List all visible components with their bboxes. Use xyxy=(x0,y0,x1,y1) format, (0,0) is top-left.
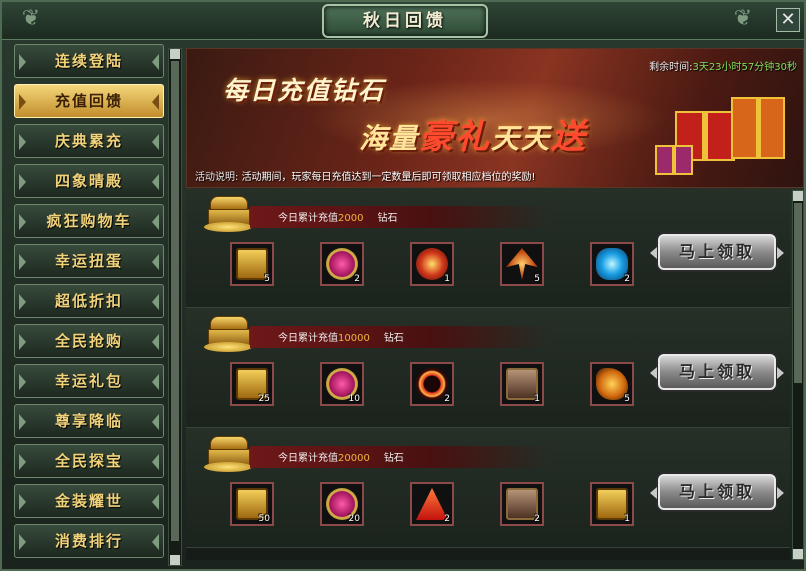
item-count: 5 xyxy=(264,274,270,284)
reward-item-slot[interactable]: 2 xyxy=(590,242,634,286)
scrollbar-thumb[interactable] xyxy=(794,203,802,383)
event-window: ❦ 秋日回馈 ❦ ✕ 连续登陆 充值回馈 庆典累充 四象晴殿 疯狂购物车 幸运扭… xyxy=(0,0,806,571)
close-button[interactable]: ✕ xyxy=(776,8,800,32)
claim-button-label: 马上领取 xyxy=(678,362,755,381)
event-description: 活动说明: 活动期间，玩家每日充值达到一定数量后即可领取相应档位的奖励! xyxy=(195,172,536,183)
item-count: 5 xyxy=(534,274,540,284)
gift-box-icon xyxy=(731,97,785,159)
gold-chest-icon xyxy=(204,436,252,472)
gold-chest-icon xyxy=(204,196,252,232)
sidebar-item-spending-rank[interactable]: 消费排行 xyxy=(14,524,164,558)
item-count: 1 xyxy=(444,274,450,284)
item-count: 25 xyxy=(258,394,270,404)
tier-requirement: 今日累计充值20000 钻石 xyxy=(250,446,550,468)
item-count: 2 xyxy=(534,514,540,524)
sidebar-item-label: 连续登陆 xyxy=(54,52,123,70)
item-count: 50 xyxy=(258,514,270,524)
sidebar-item-vip-arrival[interactable]: 尊享降临 xyxy=(14,404,164,438)
item-count: 2 xyxy=(444,394,450,404)
reward-item-slot[interactable]: 1 xyxy=(500,362,544,406)
sidebar-item-login[interactable]: 连续登陆 xyxy=(14,44,164,78)
event-banner: 每日充值钻石 海量豪礼天天送 剩余时间:3天23小时57分钟30秒 活动说明: … xyxy=(186,48,804,188)
item-count: 1 xyxy=(624,514,630,524)
ornament-icon: ❦ xyxy=(21,6,41,31)
sidebar-item-label: 四象晴殿 xyxy=(54,172,123,190)
gift-box-icon xyxy=(655,145,693,175)
sidebar-item-shopping-cart[interactable]: 疯狂购物车 xyxy=(14,204,164,238)
tier-requirement: 今日累计充值2000 钻石 xyxy=(250,206,550,228)
sidebar-item-label: 尊享降临 xyxy=(54,412,123,430)
sidebar-item-discount[interactable]: 超低折扣 xyxy=(14,284,164,318)
item-count: 10 xyxy=(348,394,360,404)
sidebar-item-gacha[interactable]: 幸运扭蛋 xyxy=(14,244,164,278)
reward-item-slot[interactable]: 1 xyxy=(590,482,634,526)
reward-item-slot[interactable]: 10 xyxy=(320,362,364,406)
title-plate: 秋日回馈 xyxy=(322,4,488,38)
rewards-scrollbar[interactable] xyxy=(792,190,804,560)
scroll-up-icon[interactable] xyxy=(793,191,803,201)
reward-item-slot[interactable]: 50 xyxy=(230,482,274,526)
sidebar-item-label: 全民探宝 xyxy=(54,452,123,470)
item-count: 2 xyxy=(444,514,450,524)
reward-item-slot[interactable]: 1 xyxy=(410,242,454,286)
scroll-down-icon[interactable] xyxy=(170,555,180,565)
sidebar-item-label: 超低折扣 xyxy=(54,292,123,310)
sidebar-item-label: 疯狂购物车 xyxy=(46,212,132,230)
gold-chest-icon xyxy=(204,316,252,352)
title-bar: ❦ 秋日回馈 ❦ ✕ xyxy=(2,2,804,40)
reward-item-slot[interactable]: 5 xyxy=(230,242,274,286)
reward-tier: 今日累计充值20000 钻石 50 20 2 2 1 马上领取 xyxy=(186,428,790,548)
reward-item-slot[interactable]: 25 xyxy=(230,362,274,406)
item-count: 5 xyxy=(624,394,630,404)
reward-item-slot[interactable]: 2 xyxy=(410,482,454,526)
sidebar-item-label: 金装耀世 xyxy=(54,492,123,510)
sidebar-item-label: 幸运礼包 xyxy=(54,372,123,390)
scrollbar-thumb[interactable] xyxy=(171,61,179,541)
reward-item-slot[interactable]: 2 xyxy=(500,482,544,526)
sidebar-item-four-symbols[interactable]: 四象晴殿 xyxy=(14,164,164,198)
banner-headline: 每日充值钻石 xyxy=(223,76,386,105)
scroll-down-icon[interactable] xyxy=(793,549,803,559)
scroll-up-icon[interactable] xyxy=(170,49,180,59)
sidebar-item-label: 充值回馈 xyxy=(54,92,123,110)
sidebar-item-label: 幸运扭蛋 xyxy=(54,252,123,270)
ornament-icon: ❦ xyxy=(733,6,753,31)
banner-subheadline: 海量豪礼天天送 xyxy=(359,117,588,157)
sidebar-item-gold-gear[interactable]: 金装耀世 xyxy=(14,484,164,518)
sidebar-item-label: 全民抢购 xyxy=(54,332,123,350)
item-count: 2 xyxy=(354,274,360,284)
tier-requirement: 今日累计充值10000 钻石 xyxy=(250,326,550,348)
countdown-timer: 剩余时间:3天23小时57分钟30秒 xyxy=(649,62,797,73)
reward-item-slot[interactable]: 5 xyxy=(500,242,544,286)
sidebar-item-lucky-pack[interactable]: 幸运礼包 xyxy=(14,364,164,398)
sidebar-item-recharge-reward[interactable]: 充值回馈 xyxy=(14,84,164,118)
sidebar-item-celebration-recharge[interactable]: 庆典累充 xyxy=(14,124,164,158)
sidebar-item-label: 消费排行 xyxy=(54,532,123,550)
claim-button[interactable]: 马上领取 xyxy=(650,354,784,390)
reward-item-slot[interactable]: 20 xyxy=(320,482,364,526)
sidebar-item-label: 庆典累充 xyxy=(54,132,123,150)
reward-item-slot[interactable]: 5 xyxy=(590,362,634,406)
reward-tier: 今日累计充值2000 钻石 5 2 1 5 2 马上领取 xyxy=(186,188,790,308)
reward-tiers: 今日累计充值2000 钻石 5 2 1 5 2 马上领取 今日累计充值10000 钻… xyxy=(186,188,790,560)
item-count: 2 xyxy=(624,274,630,284)
item-count: 20 xyxy=(348,514,360,524)
reward-item-slot[interactable]: 2 xyxy=(410,362,454,406)
window-title: 秋日回馈 xyxy=(363,11,447,31)
claim-button-label: 马上领取 xyxy=(678,242,755,261)
sidebar: 连续登陆 充值回馈 庆典累充 四象晴殿 疯狂购物车 幸运扭蛋 超低折扣 全民抢购… xyxy=(8,44,166,568)
claim-button[interactable]: 马上领取 xyxy=(650,234,784,270)
reward-item-slot[interactable]: 2 xyxy=(320,242,364,286)
item-count: 1 xyxy=(534,394,540,404)
sidebar-item-flash-sale[interactable]: 全民抢购 xyxy=(14,324,164,358)
reward-tier: 今日累计充值10000 钻石 25 10 2 1 5 马上领取 xyxy=(186,308,790,428)
claim-button-label: 马上领取 xyxy=(678,482,755,501)
sidebar-scrollbar[interactable] xyxy=(168,48,182,566)
claim-button[interactable]: 马上领取 xyxy=(650,474,784,510)
sidebar-item-treasure-hunt[interactable]: 全民探宝 xyxy=(14,444,164,478)
